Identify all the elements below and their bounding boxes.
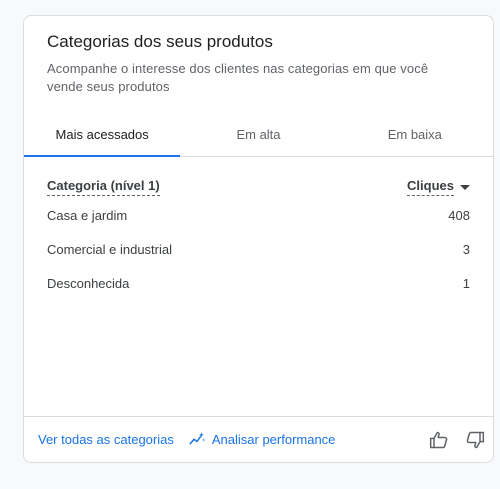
row-category: Casa e jardim — [47, 207, 128, 223]
view-all-categories-link[interactable]: Ver todas as categorias — [38, 432, 174, 447]
tab-mais-acessados[interactable]: Mais acessados — [24, 112, 181, 157]
card-title: Categorias dos seus produtos — [47, 32, 273, 51]
thumbs-up-icon[interactable] — [429, 430, 449, 450]
row-value: 1 — [462, 275, 470, 291]
column-header-category: Categoria (nível 1) — [47, 178, 160, 196]
card-footer: Ver todas as categorias Analisar perform… — [24, 416, 493, 462]
row-category: Comercial e industrial — [47, 241, 172, 257]
row-value: 408 — [448, 207, 470, 223]
thumbs-down-icon[interactable] — [465, 430, 485, 450]
table-row: Desconhecida 1 — [47, 266, 470, 300]
dropdown-caret-icon — [460, 185, 470, 190]
analyze-performance-link[interactable]: Analisar performance — [188, 431, 336, 449]
column-header-metric: Cliques — [407, 178, 454, 196]
table-row: Casa e jardim 408 — [47, 198, 470, 232]
card-subtitle: Acompanhe o interesse dos clientes nas c… — [47, 61, 429, 94]
row-value: 3 — [462, 241, 470, 257]
tab-bar: Mais acessados Em alta Em baixa — [24, 112, 493, 157]
column-header-metric-dropdown[interactable]: Cliques — [407, 178, 470, 196]
table-header: Categoria (nível 1) Cliques — [47, 176, 470, 198]
analyze-performance-label: Analisar performance — [211, 432, 336, 447]
sparkline-icon — [189, 432, 206, 444]
feedback-buttons — [429, 430, 485, 450]
product-categories-card: Categorias dos seus produtos Acompanhe o… — [23, 15, 494, 463]
row-category: Desconhecida — [47, 275, 130, 291]
tab-em-alta[interactable]: Em alta — [180, 112, 336, 156]
categories-table: Categoria (nível 1) Cliques Casa e jardi… — [47, 176, 470, 300]
table-row: Comercial e industrial 3 — [47, 232, 470, 266]
tab-em-baixa[interactable]: Em baixa — [337, 112, 493, 156]
